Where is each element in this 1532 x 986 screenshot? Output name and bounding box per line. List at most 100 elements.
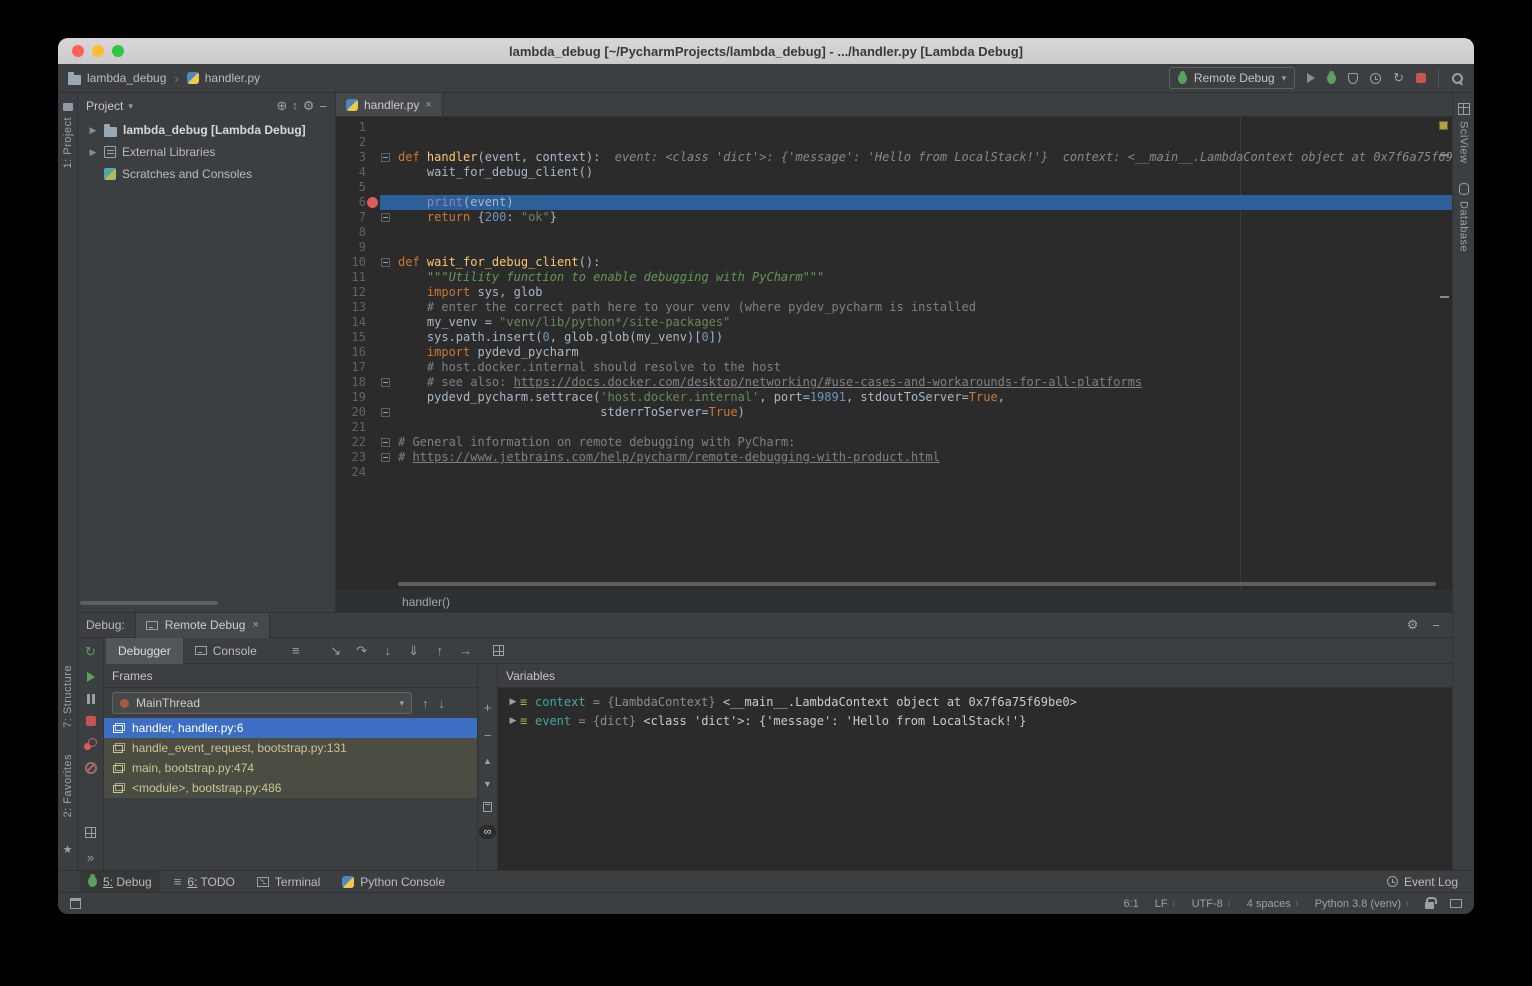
hide-panel-icon[interactable]: −	[1432, 618, 1440, 633]
fold-gutter[interactable]	[380, 375, 392, 390]
fold-gutter[interactable]	[380, 150, 392, 165]
view-breakpoints-table-icon[interactable]	[493, 645, 504, 656]
fold-gutter[interactable]	[380, 435, 392, 450]
thread-select[interactable]: MainThread ▾	[112, 692, 412, 714]
profiler-icon[interactable]	[1370, 73, 1381, 84]
stop-icon[interactable]	[1416, 73, 1426, 83]
next-frame-icon[interactable]: ↓	[439, 696, 446, 711]
run-to-cursor-icon[interactable]: →	[453, 643, 479, 658]
view-breakpoints-icon[interactable]	[84, 738, 97, 750]
rerun-icon[interactable]: ↻	[85, 644, 96, 660]
breakpoint-gutter[interactable]	[366, 420, 380, 435]
code-line-12[interactable]: 12 import sys, glob	[336, 285, 1452, 300]
code-line-15[interactable]: 15 sys.path.insert(0, glob.glob(my_venv)…	[336, 330, 1452, 345]
run-icon[interactable]	[1307, 73, 1315, 83]
code-line-8[interactable]: 8	[336, 225, 1452, 240]
force-step-into-icon[interactable]: ⇓	[401, 643, 427, 659]
fold-icon[interactable]	[381, 408, 390, 417]
code-line-19[interactable]: 19 pydevd_pycharm.settrace('host.docker.…	[336, 390, 1452, 405]
status-item-2[interactable]: UTF-8↕	[1192, 898, 1231, 910]
lock-icon[interactable]	[1425, 902, 1434, 909]
show-execution-point-icon[interactable]: ↘	[323, 643, 349, 659]
expand-icon[interactable]: ▶	[506, 715, 520, 726]
close-icon[interactable]: ×	[425, 99, 431, 111]
locate-icon[interactable]: ⊕	[276, 98, 287, 114]
close-icon[interactable]: ×	[252, 619, 258, 631]
tool-strip-project[interactable]: 1: Project	[58, 103, 77, 168]
code-line-23[interactable]: 23# https://www.jetbrains.com/help/pycha…	[336, 450, 1452, 465]
more-icon[interactable]: »	[87, 850, 94, 865]
breakpoint-gutter[interactable]	[366, 255, 380, 270]
gear-icon[interactable]: ⚙	[1407, 617, 1419, 633]
step-out-icon[interactable]: ↑	[427, 643, 453, 658]
code-line-7[interactable]: 7 return {200: "ok"}	[336, 210, 1452, 225]
fold-gutter[interactable]	[380, 420, 392, 435]
expand-icon[interactable]: ▶	[88, 147, 98, 158]
code-line-16[interactable]: 16 import pydevd_pycharm	[336, 345, 1452, 360]
fold-gutter[interactable]	[380, 240, 392, 255]
fold-gutter[interactable]	[380, 270, 392, 285]
status-item-0[interactable]: 6:1	[1123, 898, 1138, 910]
code-line-5[interactable]: 5	[336, 180, 1452, 195]
frame-item[interactable]: <module>, bootstrap.py:486	[104, 778, 477, 798]
code-line-4[interactable]: 4 wait_for_debug_client()	[336, 165, 1452, 180]
breakpoint-gutter[interactable]	[366, 375, 380, 390]
breakpoint-gutter[interactable]	[366, 135, 380, 150]
breakpoint-gutter[interactable]	[366, 165, 380, 180]
breakpoint-gutter[interactable]	[366, 195, 380, 210]
tree-item-1[interactable]: ▶lambda_debug [Lambda Debug]	[78, 119, 335, 141]
status-item-3[interactable]: 4 spaces↕	[1247, 898, 1299, 910]
run-config-select[interactable]: Remote Debug ▾	[1169, 67, 1295, 89]
hide-panel-icon[interactable]: −	[319, 99, 327, 114]
fold-gutter[interactable]	[380, 285, 392, 300]
project-hscrollbar[interactable]	[80, 601, 218, 605]
fold-gutter[interactable]	[380, 360, 392, 375]
editor-hscrollbar[interactable]	[398, 582, 1436, 586]
fold-gutter[interactable]	[380, 135, 392, 150]
fold-gutter[interactable]	[380, 330, 392, 345]
fold-gutter[interactable]	[380, 315, 392, 330]
previous-frame-icon[interactable]: ↑	[422, 696, 429, 711]
evaluate-icon[interactable]: ∞	[479, 825, 496, 839]
zoom-button[interactable]	[112, 45, 124, 57]
code-line-21[interactable]: 21	[336, 420, 1452, 435]
code-line-20[interactable]: 20 stderrToServer=True)	[336, 405, 1452, 420]
breakpoint-gutter[interactable]	[366, 150, 380, 165]
breadcrumb-scope[interactable]: handler()	[402, 595, 450, 609]
tool-window-button-terminal[interactable]: Terminal	[249, 871, 328, 893]
tab-console[interactable]: Console	[183, 638, 269, 664]
breadcrumb-file[interactable]: handler.py	[205, 71, 260, 85]
debug-session-tab[interactable]: Remote Debug ×	[135, 613, 270, 638]
fold-icon[interactable]	[381, 453, 390, 462]
tree-item-2[interactable]: ▶External Libraries	[78, 141, 335, 163]
fold-gutter[interactable]	[380, 450, 392, 465]
code-line-6[interactable]: 6 print(event)	[336, 195, 1452, 210]
variable-row[interactable]: ▶≡event = {dict} <class 'dict'>: {'messa…	[498, 711, 1452, 730]
fold-gutter[interactable]	[380, 405, 392, 420]
analysis-indicator-icon[interactable]	[1439, 121, 1448, 130]
fold-gutter[interactable]	[380, 180, 392, 195]
tab-debugger[interactable]: Debugger	[106, 638, 183, 664]
code-line-22[interactable]: 22# General information on remote debugg…	[336, 435, 1452, 450]
tool-strip-favorites[interactable]: 2: Favorites	[62, 754, 74, 817]
fold-gutter[interactable]	[380, 210, 392, 225]
tool-window-button-5-debug[interactable]: 5: Debug	[80, 871, 160, 893]
frame-item[interactable]: main, bootstrap.py:474	[104, 758, 477, 778]
remove-watch-icon[interactable]: −	[484, 728, 492, 743]
fold-icon[interactable]	[381, 258, 390, 267]
project-panel-title[interactable]: Project	[86, 99, 123, 113]
code-line-3[interactable]: 3def handler(event, context): event: <cl…	[336, 150, 1452, 165]
event-log-button[interactable]: Event Log	[1379, 871, 1466, 893]
scroll-down-icon[interactable]: ▼	[483, 779, 492, 789]
code-line-2[interactable]: 2	[336, 135, 1452, 150]
breakpoint-gutter[interactable]	[366, 285, 380, 300]
pause-icon[interactable]	[87, 694, 95, 704]
mute-breakpoints-icon[interactable]	[85, 762, 97, 774]
rerun-icon[interactable]: ↻	[1393, 70, 1404, 86]
code-area[interactable]: 123def handler(event, context): event: <…	[336, 117, 1452, 590]
resume-icon[interactable]	[87, 672, 95, 682]
screencast-icon[interactable]	[1450, 899, 1462, 908]
fold-icon[interactable]	[381, 213, 390, 222]
fold-gutter[interactable]	[380, 225, 392, 240]
debug-icon[interactable]	[1327, 73, 1336, 84]
